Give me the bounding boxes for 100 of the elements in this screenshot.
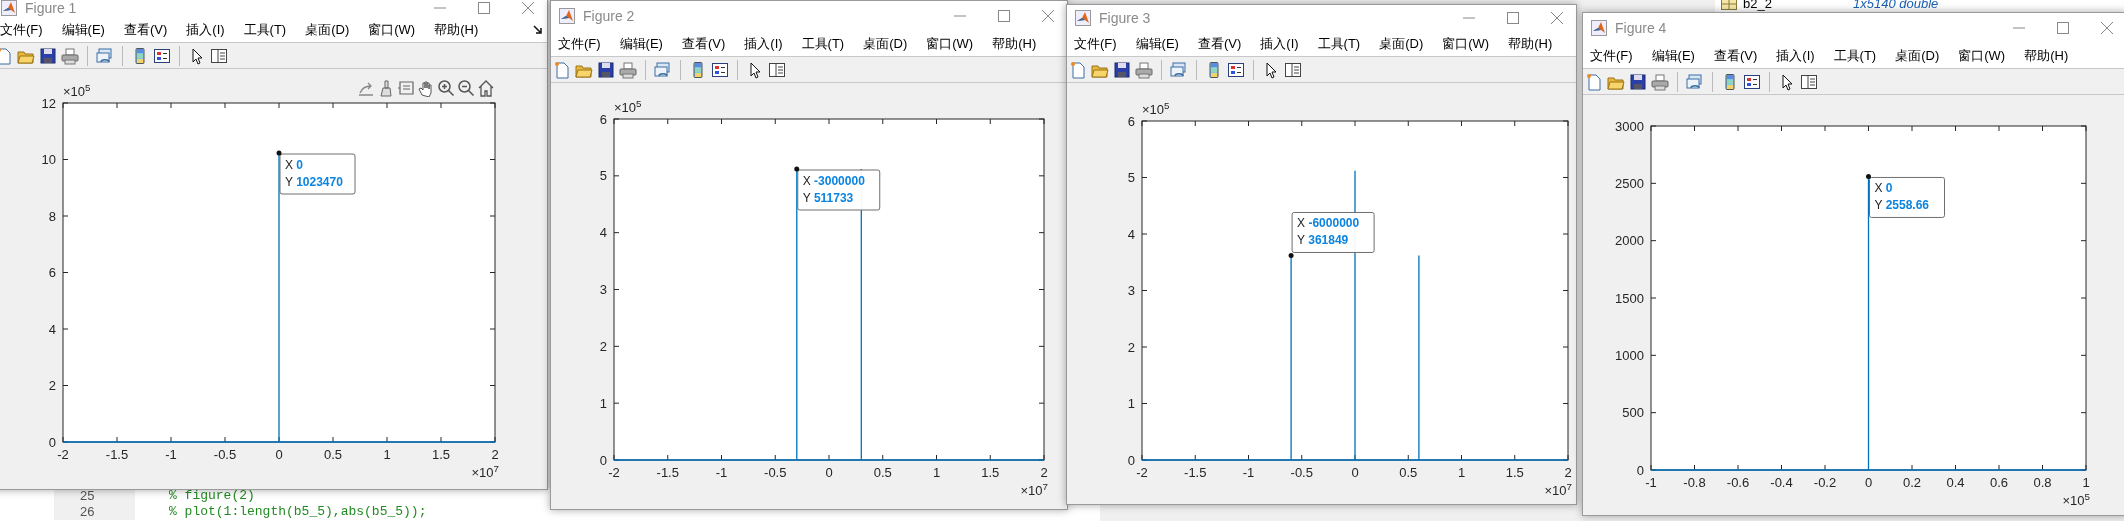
menu-item[interactable]: 插入(I) — [1776, 45, 1815, 66]
menu-item[interactable]: 帮助(H) — [1508, 33, 1553, 54]
tick-label: 6 — [48, 265, 56, 280]
tick-label: 1 — [383, 447, 391, 462]
print-icon[interactable] — [1651, 72, 1669, 91]
print-icon[interactable] — [1135, 60, 1153, 79]
menu-item[interactable]: 查看(V) — [1197, 33, 1242, 54]
menu-item[interactable]: 窗口(W) — [1958, 45, 2006, 66]
save-icon[interactable] — [1629, 72, 1647, 91]
property-panel-icon[interactable] — [1800, 72, 1818, 91]
save-icon[interactable] — [39, 46, 57, 65]
tick-label: -2 — [608, 465, 620, 480]
legend-icon[interactable] — [153, 46, 171, 65]
tick-label: 2 — [1564, 465, 1572, 480]
legend-icon[interactable] — [711, 60, 729, 79]
maximize-icon[interactable] — [2056, 21, 2070, 35]
brush-icon[interactable] — [377, 79, 395, 97]
new-file-icon[interactable] — [1585, 72, 1603, 91]
close-icon[interactable] — [521, 1, 535, 15]
tick-label: -0.5 — [1290, 465, 1313, 480]
menu-item[interactable]: 窗口(W) — [1442, 33, 1490, 54]
link-figure-icon[interactable] — [1170, 60, 1188, 79]
menu-item[interactable]: 帮助(H) — [434, 19, 479, 40]
tick-label: -1 — [165, 447, 177, 462]
menu-item[interactable]: 工具(T) — [1833, 45, 1877, 66]
menu-item[interactable]: 编辑(E) — [61, 19, 105, 40]
data-tip-text: Y 2558.66 — [1874, 198, 1929, 213]
tick-label: -0.8 — [1683, 475, 1706, 490]
property-panel-icon[interactable] — [768, 60, 786, 79]
menu-item[interactable]: 桌面(D) — [305, 19, 350, 40]
menu-item[interactable]: 文件(F) — [558, 33, 601, 54]
tick-label: 2500 — [1615, 175, 1644, 191]
maximize-icon[interactable] — [477, 1, 491, 15]
close-icon[interactable] — [1550, 11, 1564, 25]
home-icon[interactable] — [477, 79, 495, 97]
menu-item[interactable]: 编辑(E) — [619, 33, 663, 54]
app-logo-icon — [1075, 10, 1091, 26]
zoom-out-icon[interactable] — [457, 79, 475, 97]
code-line: % figure(2) — [169, 488, 255, 504]
menu-item[interactable]: 插入(I) — [186, 19, 225, 40]
close-icon[interactable] — [2100, 21, 2114, 35]
menu-item[interactable]: 查看(V) — [681, 33, 726, 54]
close-icon[interactable] — [1041, 9, 1055, 23]
new-file-icon[interactable] — [553, 60, 571, 79]
window-title: Figure 2 — [583, 6, 635, 26]
tick-label: 4 — [599, 225, 607, 241]
menu-item[interactable]: 工具(T) — [1317, 33, 1361, 54]
menu-item[interactable]: 窗口(W) — [368, 19, 416, 40]
data-tip-text: X 0 — [285, 158, 304, 172]
menu-item[interactable]: 文件(F) — [1074, 33, 1117, 54]
property-panel-icon[interactable] — [1284, 60, 1302, 79]
data-tip-icon[interactable] — [397, 79, 415, 97]
tick-label: 1.5 — [1505, 465, 1524, 480]
menu-item[interactable]: 桌面(D) — [1379, 33, 1424, 54]
property-panel-icon[interactable] — [210, 46, 228, 65]
print-icon[interactable] — [61, 46, 79, 65]
data-tip-text: X 0 — [1874, 181, 1893, 196]
menu-item[interactable]: 编辑(E) — [1651, 45, 1695, 66]
menu-item[interactable]: 插入(I) — [744, 33, 783, 54]
menu-item[interactable]: 文件(F) — [0, 19, 43, 40]
data-tip-text: X -6000000 — [1297, 216, 1360, 231]
link-figure-icon[interactable] — [96, 46, 114, 65]
maximize-icon[interactable] — [997, 9, 1011, 23]
tick-label: 500 — [1622, 405, 1644, 421]
maximize-icon[interactable] — [1506, 11, 1520, 25]
tick-label: 0 — [825, 465, 833, 480]
tick-label: -1.5 — [105, 447, 129, 462]
link-figure-icon[interactable] — [1686, 72, 1704, 91]
pan-icon[interactable] — [417, 79, 435, 97]
menu-item[interactable]: 帮助(H) — [2024, 45, 2069, 66]
menu-item[interactable]: 编辑(E) — [1135, 33, 1179, 54]
menu-item[interactable]: 插入(I) — [1260, 33, 1299, 54]
new-file-icon[interactable] — [1069, 60, 1087, 79]
legend-icon[interactable] — [1227, 60, 1245, 79]
tick-label: 1500 — [1615, 290, 1644, 306]
dock-arrow-icon[interactable] — [533, 24, 543, 35]
x-axis-multiplier: ×10$^{7}$ — [471, 465, 499, 481]
new-file-icon[interactable] — [0, 46, 13, 65]
menu-item[interactable]: 帮助(H) — [992, 33, 1037, 54]
x-axis-multiplier: ×10$^{7}$ — [1020, 483, 1048, 499]
tick-label: 0 — [1127, 452, 1135, 468]
tick-label: 1 — [932, 465, 941, 480]
save-icon[interactable] — [597, 60, 615, 79]
tick-label: 1.5 — [431, 447, 451, 462]
menu-item[interactable]: 窗口(W) — [926, 33, 974, 54]
menu-item[interactable]: 桌面(D) — [1895, 45, 1940, 66]
save-icon[interactable] — [1113, 60, 1131, 79]
menu-item[interactable]: 桌面(D) — [863, 33, 908, 54]
menu-item[interactable]: 查看(V) — [123, 19, 168, 40]
link-figure-icon[interactable] — [654, 60, 672, 79]
tick-label: 0.5 — [1399, 465, 1418, 480]
tick-label: -1 — [715, 465, 728, 480]
legend-icon[interactable] — [1743, 72, 1761, 91]
print-icon[interactable] — [619, 60, 637, 79]
menu-item[interactable]: 工具(T) — [801, 33, 845, 54]
zoom-in-icon[interactable] — [437, 79, 455, 97]
menu-item[interactable]: 文件(F) — [1590, 45, 1633, 66]
menu-item[interactable]: 工具(T) — [243, 19, 287, 40]
tick-label: 3 — [599, 282, 607, 297]
menu-item[interactable]: 查看(V) — [1713, 45, 1758, 66]
